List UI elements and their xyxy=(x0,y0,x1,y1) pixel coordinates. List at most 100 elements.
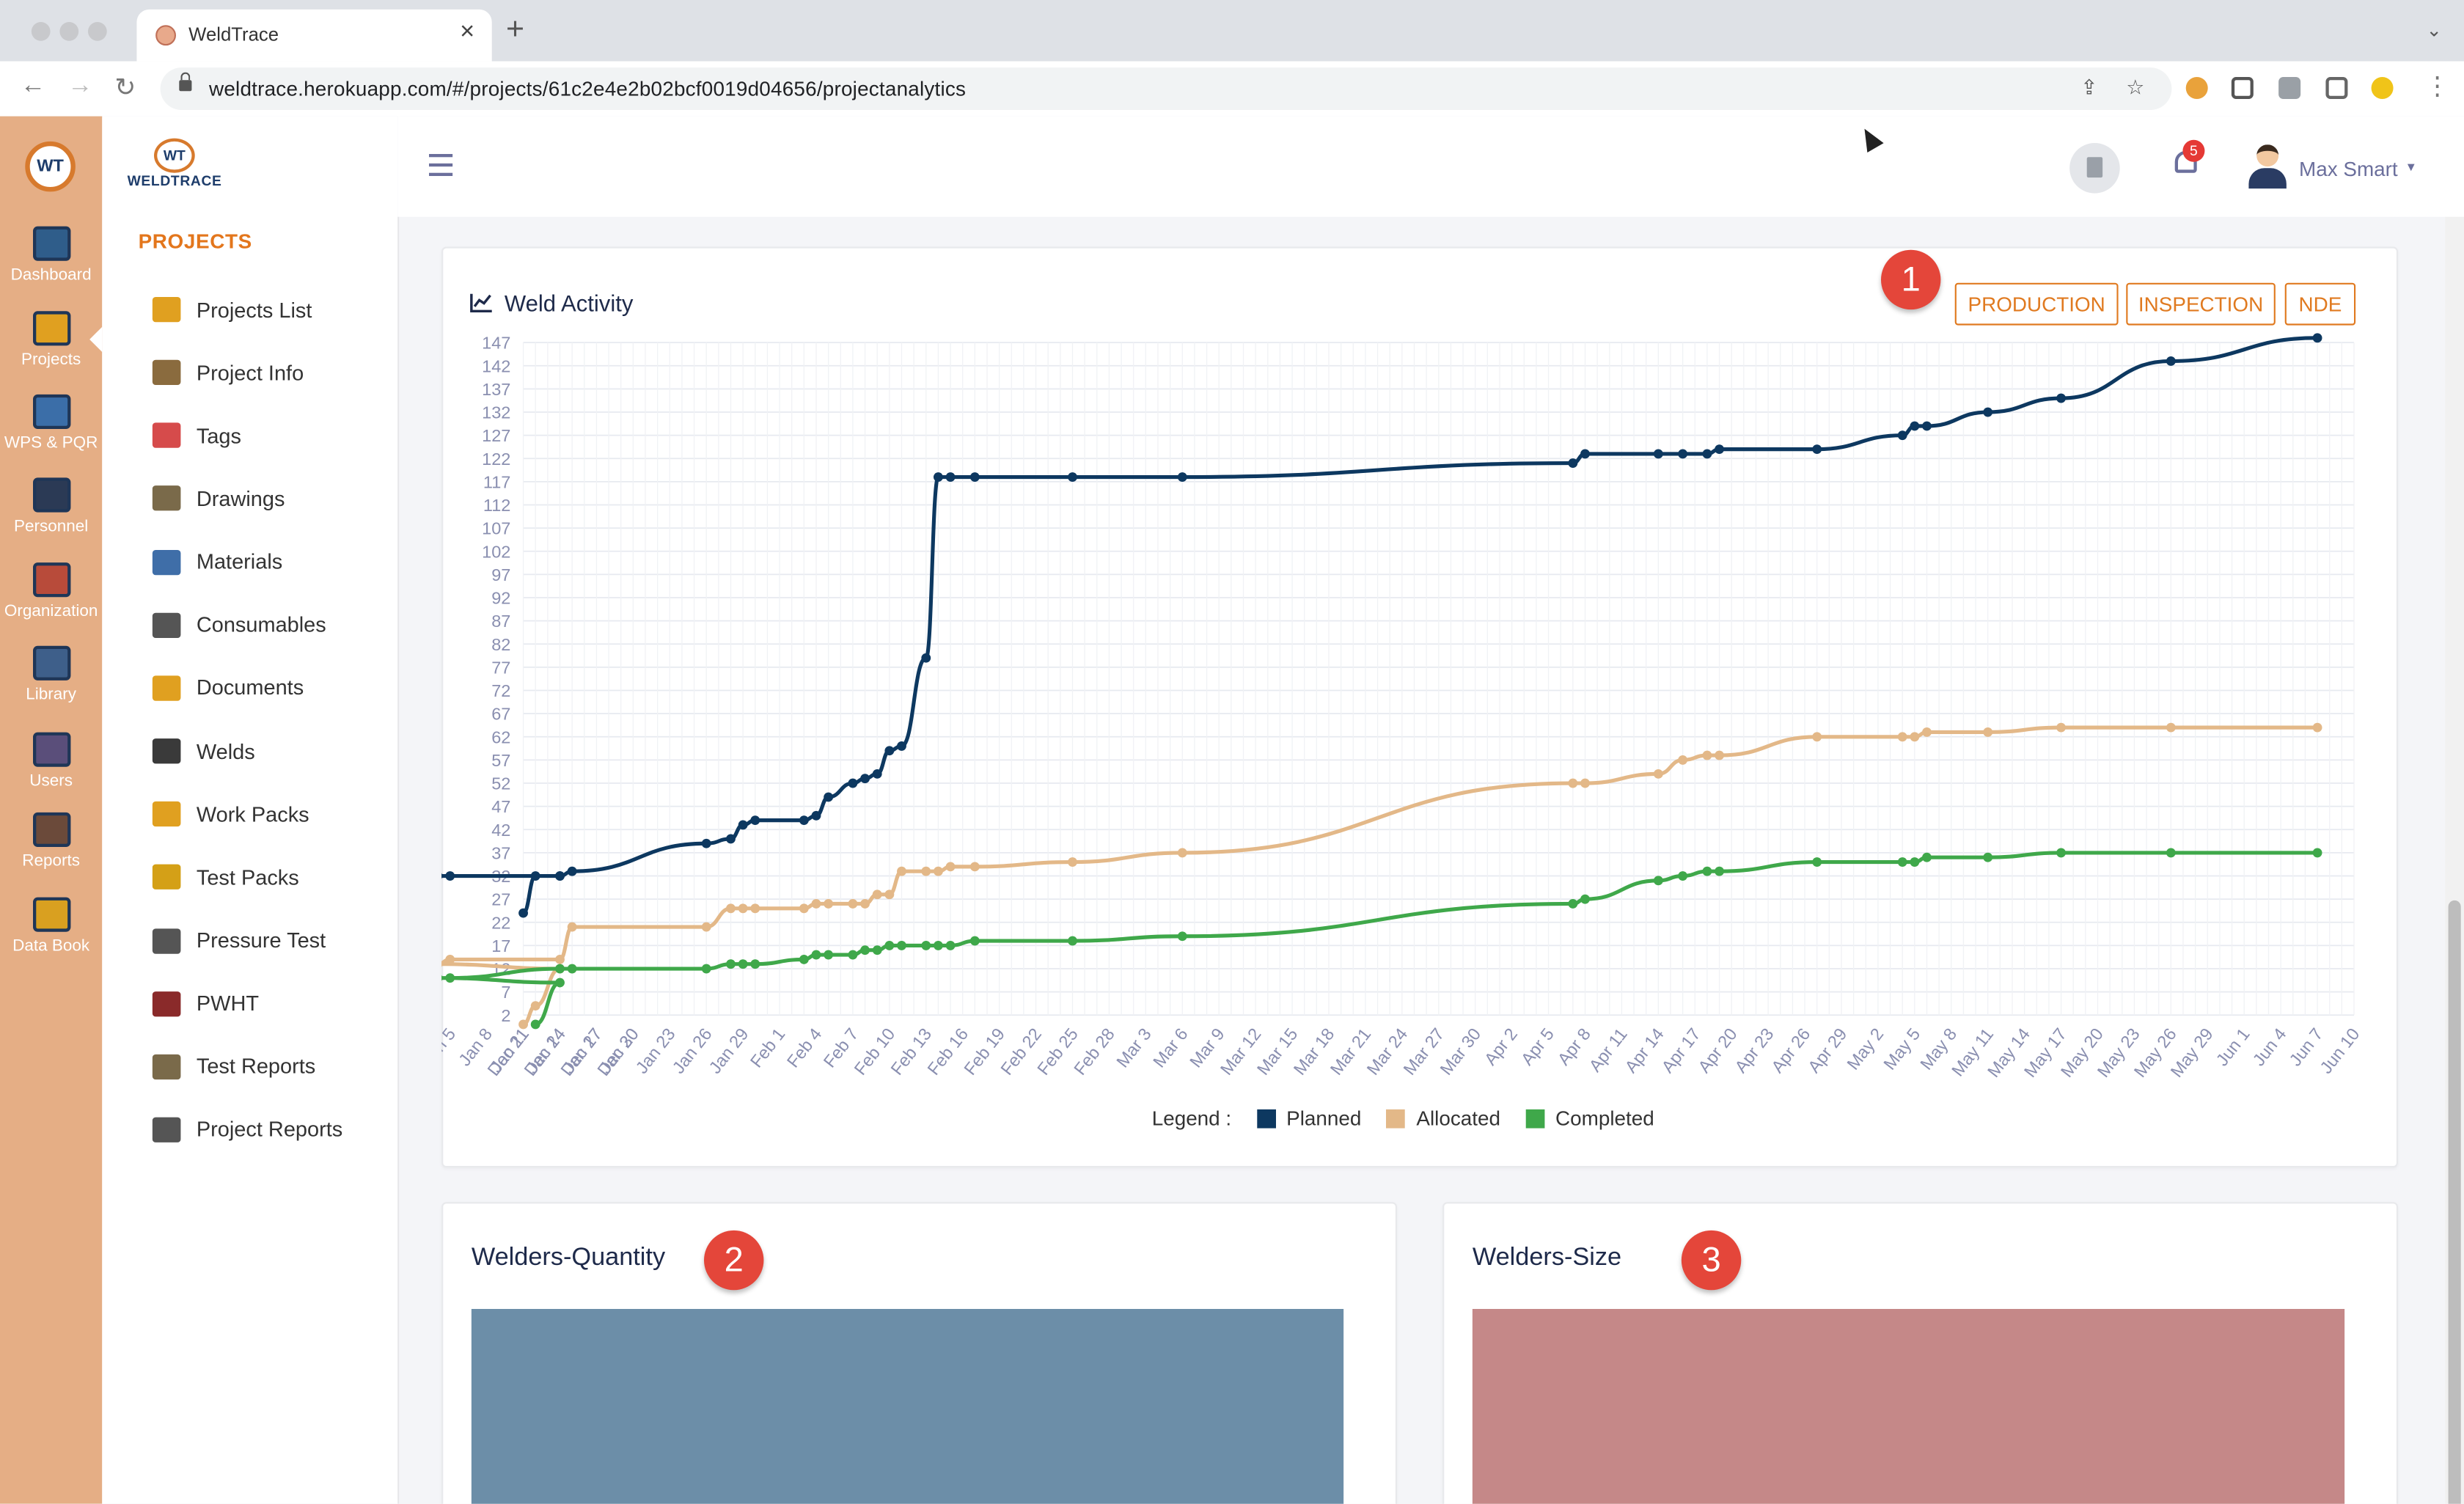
legend-planned[interactable]: Planned xyxy=(1286,1107,1361,1130)
back-icon[interactable]: ← xyxy=(21,73,45,101)
y-tick-label: 127 xyxy=(482,426,510,445)
app-logo-icon[interactable]: WT xyxy=(25,141,76,192)
x-tick-label: Apr 11 xyxy=(1585,1024,1631,1075)
sidebar-item-materials[interactable]: Materials xyxy=(152,545,282,579)
rail-item-personnel[interactable]: Personnel xyxy=(0,477,102,536)
browser-tab[interactable]: WeldTrace × xyxy=(136,9,492,62)
legend-label: Legend : xyxy=(1151,1106,1232,1130)
sidebar-item-label: PWHT xyxy=(196,991,260,1016)
rail-item-projects[interactable]: Projects xyxy=(0,311,102,370)
rail-item-label: Library xyxy=(26,685,77,704)
brand-logo[interactable]: WT WELDTRACE xyxy=(128,138,222,188)
x-tick-label: Mar 6 xyxy=(1149,1024,1192,1071)
data-point-completed xyxy=(1922,852,1932,862)
user-avatar[interactable] xyxy=(2248,144,2287,189)
data-point-allocated xyxy=(530,1001,540,1011)
y-tick-label: 142 xyxy=(482,356,510,375)
clipboard-gear-icon xyxy=(32,394,70,429)
x-tick-label: Apr 23 xyxy=(1731,1024,1777,1076)
sidebar-item-project-info[interactable]: Project Info xyxy=(152,356,304,390)
y-tick-label: 47 xyxy=(491,797,510,816)
window-close-button[interactable] xyxy=(31,22,51,41)
window-minimize-button[interactable] xyxy=(59,22,79,41)
data-point-allocated xyxy=(824,899,834,909)
tab-close-icon[interactable]: × xyxy=(460,19,474,48)
legend-allocated[interactable]: Allocated xyxy=(1416,1107,1500,1130)
rail-item-label: Personnel xyxy=(13,517,89,536)
sidebar-item-work-packs[interactable]: Work Packs xyxy=(152,797,309,832)
share-icon[interactable]: ⇪ xyxy=(2080,76,2097,100)
rail-item-dashboard[interactable]: Dashboard xyxy=(0,226,102,285)
screenshot-icon[interactable] xyxy=(2231,77,2254,99)
data-point-completed xyxy=(848,950,858,960)
x-tick-label: May 5 xyxy=(1880,1024,1924,1074)
rail-item-library[interactable]: Library xyxy=(0,645,102,704)
new-tab-icon[interactable]: + xyxy=(506,12,524,48)
data-point-planned xyxy=(441,873,443,879)
page-scrollbar[interactable] xyxy=(2445,216,2464,1504)
bookmark-star-icon[interactable]: ☆ xyxy=(2126,76,2144,100)
y-tick-label: 132 xyxy=(482,403,510,422)
rail-item-label: Organization xyxy=(4,601,98,621)
rail-item-label: Users xyxy=(29,771,73,790)
browser-menu-icon[interactable]: ⋮ xyxy=(2424,70,2449,102)
y-tick-label: 92 xyxy=(491,589,510,608)
rail-item-users[interactable]: Users xyxy=(0,732,102,790)
y-tick-label: 57 xyxy=(491,751,510,770)
side-panel-icon[interactable] xyxy=(2325,77,2348,99)
legend-completed[interactable]: Completed xyxy=(1555,1107,1654,1130)
tab-search-chevron-icon[interactable]: ⌄ xyxy=(2426,19,2442,41)
y-tick-label: 87 xyxy=(491,612,510,631)
nde-button[interactable]: NDE xyxy=(2284,282,2356,326)
data-point-planned xyxy=(1897,430,1907,441)
production-button[interactable]: PRODUCTION xyxy=(1954,282,2119,326)
address-bar[interactable]: weldtrace.herokuapp.com/#/projects/61c2e… xyxy=(160,67,2172,110)
projects-list-icon xyxy=(152,297,181,323)
y-tick-label: 117 xyxy=(483,472,511,491)
rail-item-organization[interactable]: Organization xyxy=(0,562,102,620)
forward-icon[interactable]: → xyxy=(67,73,92,101)
sidebar-item-projects-list[interactable]: Projects List xyxy=(152,293,312,327)
inspection-button[interactable]: INSPECTION xyxy=(2126,282,2276,326)
y-tick-label: 147 xyxy=(482,334,510,353)
data-point-allocated xyxy=(933,866,943,876)
notification-count-badge: 5 xyxy=(2182,139,2205,162)
puzzle-icon[interactable] xyxy=(2278,77,2301,99)
profile-icon[interactable] xyxy=(2371,77,2394,99)
sidebar-item-consumables[interactable]: Consumables xyxy=(152,608,326,642)
x-tick-label: Feb 1 xyxy=(747,1024,789,1071)
app-header: 5 Max Smart ▾ xyxy=(397,116,2464,217)
browser-toolbar: ← → ↻ weldtrace.herokuapp.com/#/projects… xyxy=(0,61,2464,118)
browser-tab-bar: WeldTrace × + ⌄ xyxy=(0,0,2464,62)
document-icon[interactable] xyxy=(2069,143,2120,194)
brand-mark-icon: WT xyxy=(154,138,195,173)
weld-activity-title: Weld Activity xyxy=(504,292,634,318)
scrollbar-thumb[interactable] xyxy=(2448,900,2461,1504)
rail-item-wps-pqr[interactable]: WPS & PQR xyxy=(0,394,102,452)
sidebar-item-tags[interactable]: Tags xyxy=(152,419,241,453)
data-point-completed xyxy=(701,964,711,974)
sidebar-item-test-packs[interactable]: Test Packs xyxy=(152,860,299,895)
data-point-allocated xyxy=(884,889,895,900)
user-menu-chevron-icon[interactable]: ▾ xyxy=(2408,158,2415,176)
sidebar-item-pressure-test[interactable]: Pressure Test xyxy=(152,923,326,958)
sidebar-item-test-reports[interactable]: Test Reports xyxy=(152,1049,315,1084)
sidebar-item-drawings[interactable]: Drawings xyxy=(152,482,285,516)
sidebar-item-pwht[interactable]: PWHT xyxy=(152,986,260,1021)
rail-item-reports[interactable]: Reports xyxy=(0,812,102,870)
user-name[interactable]: Max Smart xyxy=(2299,157,2398,180)
rail-item-data-book[interactable]: Data Book xyxy=(0,897,102,955)
reload-icon[interactable]: ↻ xyxy=(114,73,136,104)
window-zoom-button[interactable] xyxy=(88,22,107,41)
hamburger-menu-icon[interactable] xyxy=(429,154,453,183)
pwht-icon xyxy=(152,991,181,1016)
series-line-completed xyxy=(441,851,2318,1027)
x-tick-label: Apr 17 xyxy=(1658,1024,1704,1076)
sidebar-item-project-reports[interactable]: Project Reports xyxy=(152,1112,342,1147)
sidebar-item-documents[interactable]: Documents xyxy=(152,671,304,705)
extension-icon[interactable] xyxy=(2185,77,2208,99)
consumables-icon xyxy=(152,612,181,638)
sidebar-item-welds[interactable]: Welds xyxy=(152,734,255,768)
gauge-icon xyxy=(152,928,181,953)
data-point-planned xyxy=(1068,472,1077,482)
